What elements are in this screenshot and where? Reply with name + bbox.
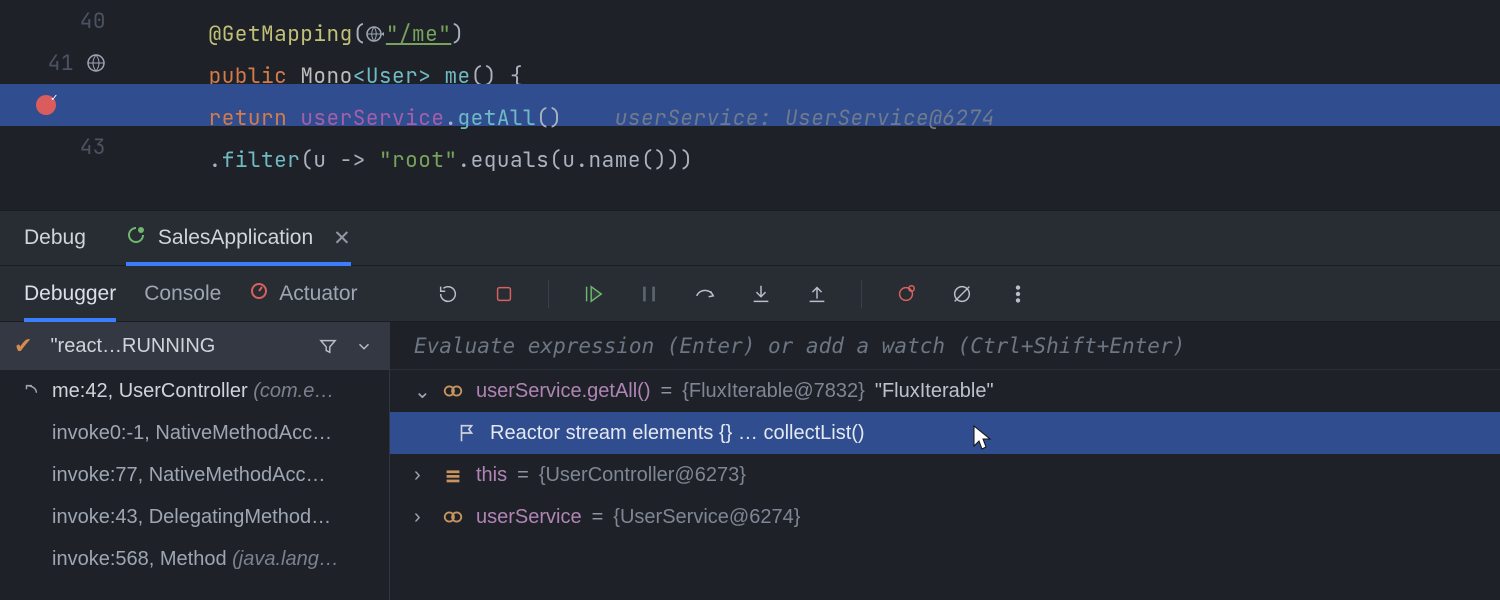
- variable-row[interactable]: ⌄ userService.getAll() = {FluxIterable@7…: [390, 370, 1500, 412]
- drop-frame-icon[interactable]: [22, 382, 40, 400]
- variables-panel: Evaluate expression (Enter) or add a wat…: [390, 322, 1500, 600]
- debug-toolwindow-header: Debug SalesApplication ✕: [0, 210, 1500, 266]
- flag-icon: [454, 422, 480, 444]
- pause-button[interactable]: [635, 280, 663, 308]
- tab-actuator[interactable]: Actuator: [249, 266, 357, 321]
- code-line[interactable]: [0, 168, 1500, 210]
- debugger-toolbar: Debugger Console Actuator: [0, 266, 1500, 322]
- line-number: 40: [76, 8, 106, 35]
- expand-icon[interactable]: ›: [414, 464, 430, 487]
- resume-button[interactable]: [579, 280, 607, 308]
- watch-icon: [440, 506, 466, 528]
- toolwindow-title: Debug: [24, 226, 86, 250]
- breakpoint-icon[interactable]: [36, 95, 56, 115]
- filter-button[interactable]: [317, 335, 339, 357]
- url-gutter-icon[interactable]: [86, 53, 106, 73]
- code-line[interactable]: 43 .filter(u -> "root".equals(u.name())): [0, 126, 1500, 168]
- stack-frame[interactable]: invoke:568, Method (java.lang…: [0, 538, 389, 580]
- variable-row-reactor-child[interactable]: Reactor stream elements {} … collectList…: [390, 412, 1500, 454]
- rerun-button[interactable]: [434, 280, 462, 308]
- step-out-button[interactable]: [803, 280, 831, 308]
- stack-frame[interactable]: invoke:77, NativeMethodAcc…: [0, 454, 389, 496]
- thread-selector[interactable]: ✔ "react…RUNNING: [0, 322, 389, 370]
- close-tab-button[interactable]: ✕: [333, 226, 351, 251]
- step-into-button[interactable]: [747, 280, 775, 308]
- run-config-tab[interactable]: SalesApplication ✕: [126, 211, 351, 265]
- tab-debugger[interactable]: Debugger: [24, 266, 116, 321]
- thread-name: "react…RUNNING: [50, 335, 303, 358]
- dropdown-button[interactable]: [353, 335, 375, 357]
- stop-button[interactable]: [490, 280, 518, 308]
- variable-row[interactable]: › this = {UserController@6273}: [390, 454, 1500, 496]
- line-number: 41: [44, 50, 74, 77]
- collapse-icon[interactable]: ⌄: [414, 379, 430, 404]
- more-button[interactable]: [1004, 280, 1032, 308]
- tab-console[interactable]: Console: [144, 266, 221, 321]
- rerun-icon: [126, 225, 146, 251]
- mute-breakpoints-button[interactable]: [948, 280, 976, 308]
- line-number: 43: [76, 134, 106, 161]
- step-over-button[interactable]: [691, 280, 719, 308]
- field-icon: [440, 464, 466, 486]
- variable-row[interactable]: › userService = {UserService@6274}: [390, 496, 1500, 538]
- expand-icon[interactable]: ›: [414, 506, 430, 529]
- frames-panel: ✔ "react…RUNNING me:42, UserController (…: [0, 322, 390, 600]
- run-config-name: SalesApplication: [158, 226, 313, 250]
- check-icon: ✔: [14, 333, 32, 359]
- debugger-body: ✔ "react…RUNNING me:42, UserController (…: [0, 322, 1500, 600]
- watch-icon: [440, 380, 466, 402]
- mouse-cursor-icon: [970, 424, 996, 452]
- stack-frame[interactable]: invoke0:-1, NativeMethodAcc…: [0, 412, 389, 454]
- view-breakpoints-button[interactable]: [892, 280, 920, 308]
- actuator-icon: [249, 281, 269, 307]
- stack-frame[interactable]: invoke:43, DelegatingMethod…: [0, 496, 389, 538]
- evaluate-expression-input[interactable]: Evaluate expression (Enter) or add a wat…: [390, 322, 1500, 370]
- code-editor[interactable]: 40 @GetMapping("/me") 41 public Mono<Use…: [0, 0, 1500, 210]
- stack-frame[interactable]: me:42, UserController (com.e…: [0, 370, 389, 412]
